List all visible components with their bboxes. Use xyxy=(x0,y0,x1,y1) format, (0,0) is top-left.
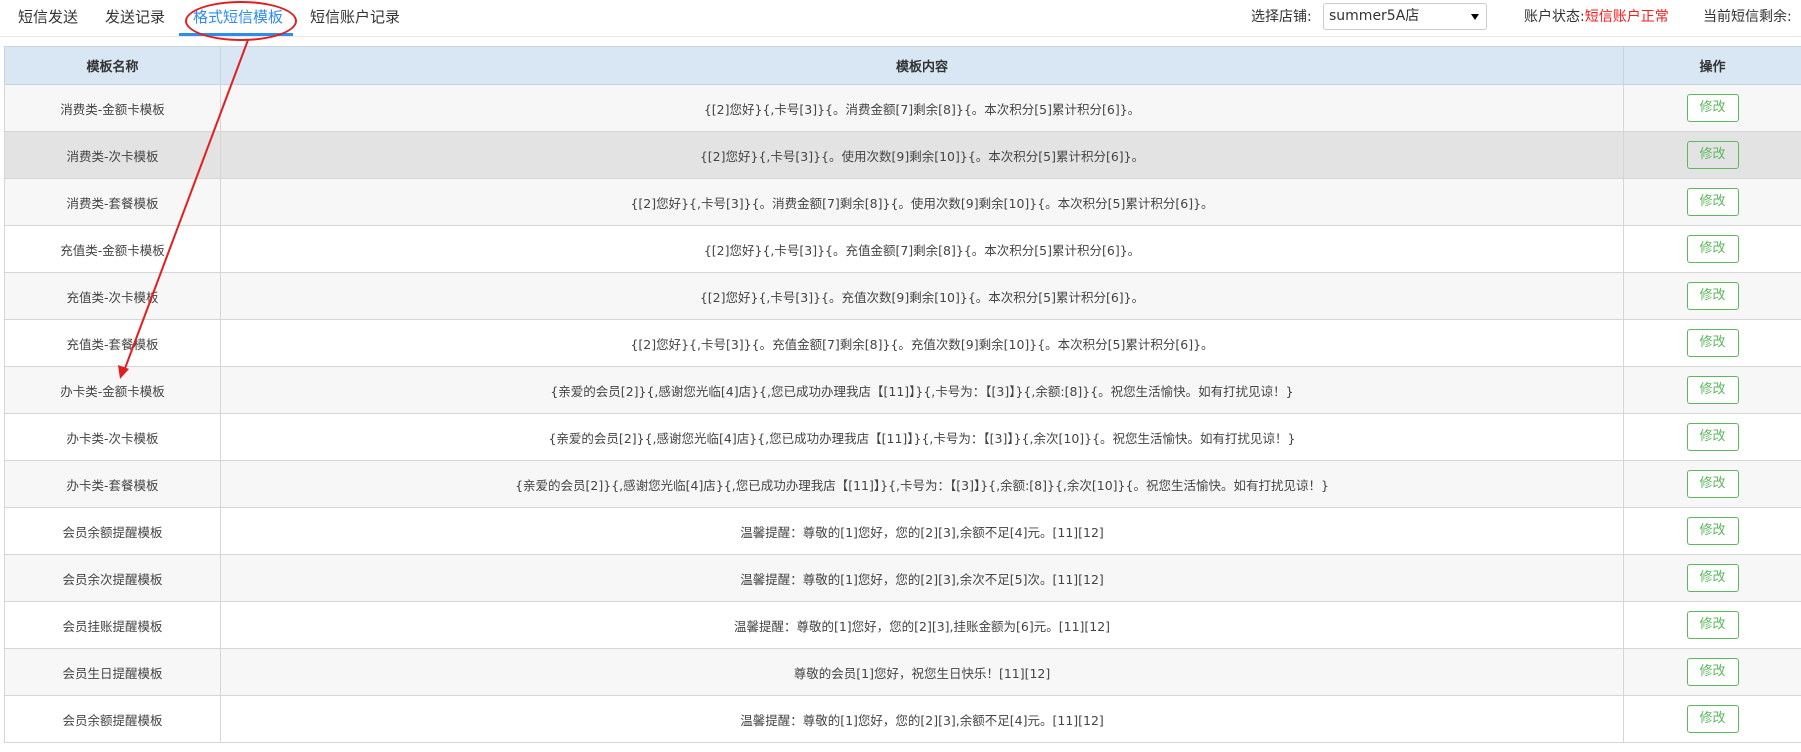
template-content-cell: {[2]您好}{,卡号[3]}{。使用次数[9]剩余[10]}{。本次积分[5]… xyxy=(220,131,1624,179)
template-content-cell: 温馨提醒：尊敬的[1]您好，您的[2][3],挂账金额为[6]元。[11][12… xyxy=(220,601,1624,649)
action-cell: 修改 xyxy=(1623,131,1801,179)
table-row: 办卡类-金额卡模板 {亲爱的会员[2]}{,感谢您光临[4]店}{,您已成功办理… xyxy=(4,366,1801,414)
action-cell: 修改 xyxy=(1623,319,1801,367)
action-cell: 修改 xyxy=(1623,84,1801,132)
template-table: 模板名称 模板内容 操作 消费类-金额卡模板 {[2]您好}{,卡号[3]}{。… xyxy=(4,46,1801,743)
template-content-cell: {[2]您好}{,卡号[3]}{。充值金额[7]剩余[8]}{。本次积分[5]累… xyxy=(220,225,1624,273)
template-table-container: 模板名称 模板内容 操作 消费类-金额卡模板 {[2]您好}{,卡号[3]}{。… xyxy=(4,46,1801,743)
table-row: 会员余额提醒模板 温馨提醒：尊敬的[1]您好，您的[2][3],余额不足[4]元… xyxy=(4,507,1801,555)
edit-button[interactable]: 修改 xyxy=(1686,188,1739,216)
template-content-cell: {亲爱的会员[2]}{,感谢您光临[4]店}{,您已成功办理我店【[11]】}{… xyxy=(220,460,1624,508)
template-content-cell: {[2]您好}{,卡号[3]}{。充值金额[7]剩余[8]}{。充值次数[9]剩… xyxy=(220,319,1624,367)
table-row: 充值类-套餐模板 {[2]您好}{,卡号[3]}{。充值金额[7]剩余[8]}{… xyxy=(4,319,1801,367)
template-name-cell: 会员生日提醒模板 xyxy=(4,648,221,696)
edit-button[interactable]: 修改 xyxy=(1686,517,1739,545)
action-cell: 修改 xyxy=(1623,554,1801,602)
template-content-cell: {[2]您好}{,卡号[3]}{。充值次数[9]剩余[10]}{。本次积分[5]… xyxy=(220,272,1624,320)
table-row: 消费类-金额卡模板 {[2]您好}{,卡号[3]}{。消费金额[7]剩余[8]}… xyxy=(4,84,1801,132)
table-row: 会员生日提醒模板 尊敬的会员[1]您好，祝您生日快乐！[11][12] 修改 xyxy=(4,648,1801,696)
edit-button[interactable]: 修改 xyxy=(1686,282,1739,310)
table-row: 充值类-金额卡模板 {[2]您好}{,卡号[3]}{。充值金额[7]剩余[8]}… xyxy=(4,225,1801,273)
table-row: 办卡类-套餐模板 {亲爱的会员[2]}{,感谢您光临[4]店}{,您已成功办理我… xyxy=(4,460,1801,508)
table-row: 会员余次提醒模板 温馨提醒：尊敬的[1]您好，您的[2][3],余次不足[5]次… xyxy=(4,554,1801,602)
template-name-cell: 办卡类-金额卡模板 xyxy=(4,366,221,414)
action-cell: 修改 xyxy=(1623,507,1801,555)
template-content-cell: {[2]您好}{,卡号[3]}{。消费金额[7]剩余[8]}{。本次积分[5]累… xyxy=(220,84,1624,132)
edit-button[interactable]: 修改 xyxy=(1686,94,1739,122)
store-select-value: summer5A店 xyxy=(1329,8,1420,24)
account-status-label: 账户状态: xyxy=(1524,9,1585,25)
store-select[interactable]: summer5A店 xyxy=(1323,3,1487,30)
template-name-cell: 会员余额提醒模板 xyxy=(4,507,221,555)
table-row: 办卡类-次卡模板 {亲爱的会员[2]}{,感谢您光临[4]店}{,您已成功办理我… xyxy=(4,413,1801,461)
edit-button[interactable]: 修改 xyxy=(1686,141,1739,169)
action-cell: 修改 xyxy=(1623,601,1801,649)
tab-send-records[interactable]: 发送记录 xyxy=(105,0,165,34)
edit-button[interactable]: 修改 xyxy=(1686,611,1739,639)
edit-button[interactable]: 修改 xyxy=(1686,235,1739,263)
template-content-cell: 温馨提醒：尊敬的[1]您好，您的[2][3],余额不足[4]元。[11][12] xyxy=(220,507,1624,555)
chevron-down-icon xyxy=(1471,14,1479,20)
edit-button[interactable]: 修改 xyxy=(1686,470,1739,498)
table-header-row: 模板名称 模板内容 操作 xyxy=(4,46,1801,85)
table-row: 充值类-次卡模板 {[2]您好}{,卡号[3]}{。充值次数[9]剩余[10]}… xyxy=(4,272,1801,320)
template-name-cell: 消费类-次卡模板 xyxy=(4,131,221,179)
template-name-cell: 会员挂账提醒模板 xyxy=(4,601,221,649)
template-content-cell: 温馨提醒：尊敬的[1]您好，您的[2][3],余次不足[5]次。[11][12] xyxy=(220,554,1624,602)
template-name-cell: 消费类-金额卡模板 xyxy=(4,84,221,132)
annotation-ellipse xyxy=(185,1,297,41)
table-row: 消费类-次卡模板 {[2]您好}{,卡号[3]}{。使用次数[9]剩余[10]}… xyxy=(4,131,1801,179)
template-name-cell: 办卡类-次卡模板 xyxy=(4,413,221,461)
sms-remaining-label: 当前短信剩余: xyxy=(1703,9,1792,25)
tab-account-records[interactable]: 短信账户记录 xyxy=(310,0,400,34)
tab-sms-send[interactable]: 短信发送 xyxy=(18,0,78,34)
edit-button[interactable]: 修改 xyxy=(1686,376,1739,404)
action-cell: 修改 xyxy=(1623,460,1801,508)
template-name-cell: 充值类-套餐模板 xyxy=(4,319,221,367)
account-status: 账户状态:短信账户正常 xyxy=(1524,0,1669,34)
template-content-cell: {[2]您好}{,卡号[3]}{。消费金额[7]剩余[8]}{。使用次数[9]剩… xyxy=(220,178,1624,226)
action-cell: 修改 xyxy=(1623,648,1801,696)
table-row: 会员挂账提醒模板 温馨提醒：尊敬的[1]您好，您的[2][3],挂账金额为[6]… xyxy=(4,601,1801,649)
table-row: 消费类-套餐模板 {[2]您好}{,卡号[3]}{。消费金额[7]剩余[8]}{… xyxy=(4,178,1801,226)
store-select-label: 选择店铺: xyxy=(1251,9,1312,25)
edit-button[interactable]: 修改 xyxy=(1686,705,1739,733)
header-action: 操作 xyxy=(1623,46,1801,85)
action-cell: 修改 xyxy=(1623,272,1801,320)
action-cell: 修改 xyxy=(1623,413,1801,461)
template-name-cell: 办卡类-套餐模板 xyxy=(4,460,221,508)
edit-button[interactable]: 修改 xyxy=(1686,329,1739,357)
header-template-content: 模板内容 xyxy=(220,46,1624,85)
action-cell: 修改 xyxy=(1623,366,1801,414)
edit-button[interactable]: 修改 xyxy=(1686,564,1739,592)
edit-button[interactable]: 修改 xyxy=(1686,658,1739,686)
template-name-cell: 充值类-金额卡模板 xyxy=(4,225,221,273)
action-cell: 修改 xyxy=(1623,695,1801,743)
header-template-name: 模板名称 xyxy=(4,46,221,85)
template-name-cell: 会员余次提醒模板 xyxy=(4,554,221,602)
action-cell: 修改 xyxy=(1623,225,1801,273)
template-name-cell: 会员余额提醒模板 xyxy=(4,695,221,743)
template-content-cell: 尊敬的会员[1]您好，祝您生日快乐！[11][12] xyxy=(220,648,1624,696)
template-name-cell: 消费类-套餐模板 xyxy=(4,178,221,226)
template-content-cell: {亲爱的会员[2]}{,感谢您光临[4]店}{,您已成功办理我店【[11]】}{… xyxy=(220,366,1624,414)
table-row: 会员余额提醒模板 温馨提醒：尊敬的[1]您好，您的[2][3],余额不足[4]元… xyxy=(4,695,1801,743)
action-cell: 修改 xyxy=(1623,178,1801,226)
template-content-cell: 温馨提醒：尊敬的[1]您好，您的[2][3],余额不足[4]元。[11][12] xyxy=(220,695,1624,743)
edit-button[interactable]: 修改 xyxy=(1686,423,1739,451)
template-content-cell: {亲爱的会员[2]}{,感谢您光临[4]店}{,您已成功办理我店【[11]】}{… xyxy=(220,413,1624,461)
template-name-cell: 充值类-次卡模板 xyxy=(4,272,221,320)
account-status-value: 短信账户正常 xyxy=(1584,9,1669,25)
